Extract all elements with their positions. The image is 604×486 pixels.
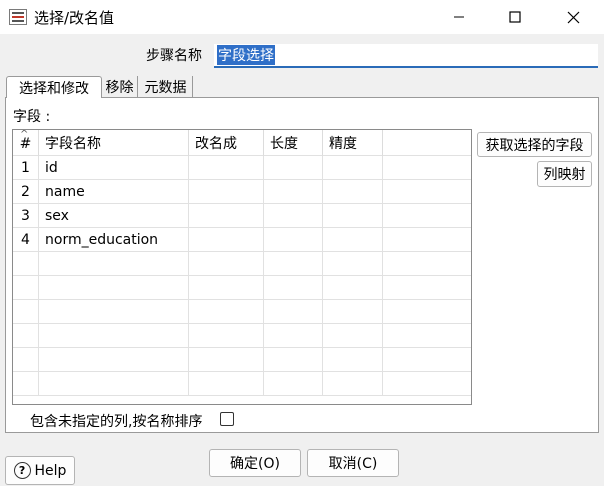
- rename-cell[interactable]: [189, 324, 264, 348]
- help-icon: ?: [13, 462, 31, 479]
- field-name-cell[interactable]: [39, 348, 189, 372]
- rename-cell[interactable]: [189, 276, 264, 300]
- maximize-button[interactable]: [492, 0, 538, 34]
- precision-cell[interactable]: [323, 300, 383, 324]
- extra-cell[interactable]: [383, 228, 471, 252]
- extra-cell[interactable]: [383, 300, 471, 324]
- row-number[interactable]: [13, 300, 39, 324]
- field-name-cell[interactable]: [39, 372, 189, 396]
- help-button-label: Help: [34, 462, 67, 479]
- row-number[interactable]: 1: [13, 156, 39, 180]
- column-header-precision[interactable]: 精度: [323, 130, 383, 156]
- minimize-icon: [454, 16, 464, 18]
- fields-table[interactable]: ^ # 字段名称 改名成 长度 精度 1 id 2 name 3 sex 4 norm_edu…: [12, 129, 472, 405]
- extra-cell[interactable]: [383, 204, 471, 228]
- precision-cell[interactable]: [323, 180, 383, 204]
- include-unspecified-label: 包含未指定的列,按名称排序: [30, 414, 203, 430]
- rename-cell[interactable]: [189, 204, 264, 228]
- minimize-button[interactable]: [436, 0, 482, 34]
- tab-metadata[interactable]: 元数据: [139, 76, 193, 98]
- field-name-cell[interactable]: name: [39, 180, 189, 204]
- window-title: 选择/改名值: [34, 9, 115, 27]
- rename-cell[interactable]: [189, 228, 264, 252]
- length-cell[interactable]: [264, 348, 323, 372]
- field-name-cell[interactable]: sex: [39, 204, 189, 228]
- precision-cell[interactable]: [323, 348, 383, 372]
- sort-caret-icon: ^: [20, 130, 29, 140]
- rename-cell[interactable]: [189, 348, 264, 372]
- precision-cell[interactable]: [323, 372, 383, 396]
- fields-label: 字段 :: [13, 109, 51, 125]
- length-cell[interactable]: [264, 276, 323, 300]
- column-header-field-name[interactable]: 字段名称: [39, 130, 189, 156]
- column-header-number[interactable]: ^ #: [13, 130, 39, 156]
- field-name-cell[interactable]: [39, 276, 189, 300]
- row-number[interactable]: [13, 324, 39, 348]
- length-cell[interactable]: [264, 300, 323, 324]
- close-icon: [567, 11, 579, 23]
- tab-remove[interactable]: 移除: [102, 76, 138, 98]
- maximize-icon: [509, 11, 521, 23]
- rename-cell[interactable]: [189, 372, 264, 396]
- rename-cell[interactable]: [189, 180, 264, 204]
- extra-cell[interactable]: [383, 252, 471, 276]
- extra-cell[interactable]: [383, 156, 471, 180]
- rename-cell[interactable]: [189, 156, 264, 180]
- length-cell[interactable]: [264, 324, 323, 348]
- length-cell[interactable]: [264, 252, 323, 276]
- field-name-cell[interactable]: [39, 324, 189, 348]
- help-button[interactable]: ? Help: [5, 456, 75, 485]
- row-number[interactable]: [13, 276, 39, 300]
- extra-cell[interactable]: [383, 180, 471, 204]
- tab-select-modify[interactable]: 选择和修改: [6, 76, 102, 98]
- row-number[interactable]: 2: [13, 180, 39, 204]
- precision-cell[interactable]: [323, 276, 383, 300]
- field-name-cell[interactable]: id: [39, 156, 189, 180]
- ok-button[interactable]: 确定(O): [209, 449, 301, 477]
- extra-cell[interactable]: [383, 348, 471, 372]
- length-cell[interactable]: [264, 204, 323, 228]
- field-name-cell[interactable]: [39, 252, 189, 276]
- extra-cell[interactable]: [383, 276, 471, 300]
- row-number[interactable]: [13, 372, 39, 396]
- app-icon: [9, 9, 27, 25]
- column-header-extra[interactable]: [383, 130, 471, 156]
- field-name-cell[interactable]: norm_education: [39, 228, 189, 252]
- cancel-button[interactable]: 取消(C): [307, 449, 399, 477]
- length-cell[interactable]: [264, 180, 323, 204]
- length-cell[interactable]: [264, 372, 323, 396]
- row-number[interactable]: [13, 252, 39, 276]
- precision-cell[interactable]: [323, 228, 383, 252]
- precision-cell[interactable]: [323, 252, 383, 276]
- row-number[interactable]: 4: [13, 228, 39, 252]
- rename-cell[interactable]: [189, 252, 264, 276]
- extra-cell[interactable]: [383, 324, 471, 348]
- column-header-rename[interactable]: 改名成: [189, 130, 264, 156]
- precision-cell[interactable]: [323, 156, 383, 180]
- include-unspecified-checkbox[interactable]: [220, 412, 234, 426]
- row-number[interactable]: 3: [13, 204, 39, 228]
- get-selected-fields-button[interactable]: 获取选择的字段: [477, 132, 592, 157]
- rename-cell[interactable]: [189, 300, 264, 324]
- length-cell[interactable]: [264, 228, 323, 252]
- column-mapping-button[interactable]: 列映射: [537, 161, 592, 187]
- precision-cell[interactable]: [323, 324, 383, 348]
- extra-cell[interactable]: [383, 372, 471, 396]
- step-name-value: 字段选择: [217, 45, 275, 65]
- length-cell[interactable]: [264, 156, 323, 180]
- precision-cell[interactable]: [323, 204, 383, 228]
- field-name-cell[interactable]: [39, 300, 189, 324]
- close-button[interactable]: [550, 0, 596, 34]
- row-number[interactable]: [13, 348, 39, 372]
- column-header-length[interactable]: 长度: [264, 130, 323, 156]
- step-name-input[interactable]: 字段选择: [214, 44, 598, 68]
- step-name-label: 步骤名称: [146, 48, 202, 64]
